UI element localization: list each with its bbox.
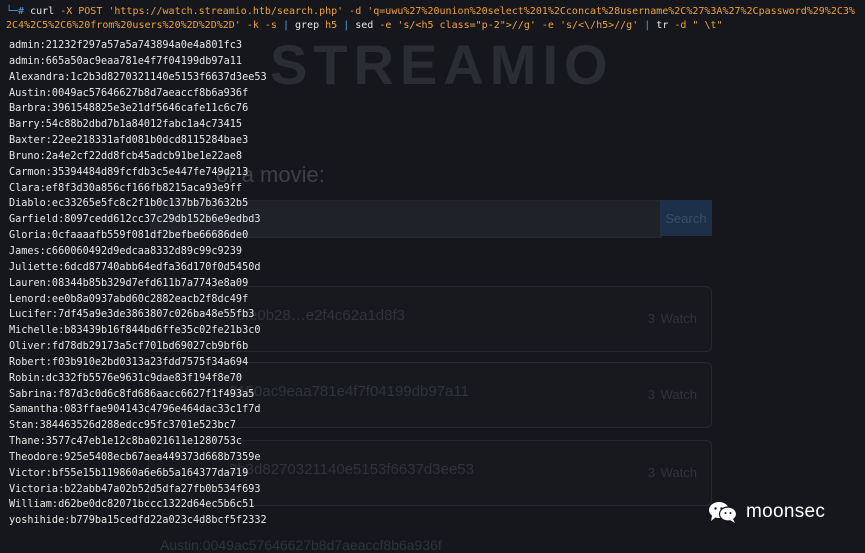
output-line: Lenord:ee0b8a0937abd60c2882eacb2f8dc49f bbox=[9, 293, 249, 305]
command-arg: h5 bbox=[319, 20, 344, 31]
command-word: curl bbox=[24, 6, 55, 17]
output-line: Barbra:3961548825e3e21df5646cafe11c6c76 bbox=[9, 103, 249, 115]
output-line: admin:21232f297a57a5a743894a0e4a801fc3 bbox=[9, 40, 243, 51]
command-text: curl -X POST 'https://watch.streamio.htb… bbox=[6, 6, 855, 31]
output-line: admin:665a50ac9eaa781e4f7f04199db97a11 bbox=[9, 55, 243, 67]
command-arg: -e 's/<h5 class="p-2">//g' -e 's/<\/h5>/… bbox=[373, 20, 645, 31]
output-line: Garfield:8097cedd612cc37c29db152b6e9edbd… bbox=[9, 214, 261, 226]
command-output: admin:21232f297a57a5a743894a0e4a801fc3 ad… bbox=[9, 38, 267, 529]
output-line: Diablo:ec33265e5fc8c2f1b0c137bb7b3632b5 bbox=[9, 198, 249, 210]
output-line: James:c660060492d9edcaa8332d89c99c9239 bbox=[9, 245, 243, 257]
watermark: moonsec bbox=[708, 500, 825, 524]
output-line: Thane:3577c47eb1e12c8ba021611e1280753c bbox=[9, 436, 243, 448]
command-word: sed bbox=[349, 20, 374, 31]
output-line: yoshihide:b779ba15cedfd22a023c4d8bcf5f23… bbox=[9, 515, 267, 527]
output-line: Victoria:b22abb47a02b52d5dfa27fb0b534f69… bbox=[9, 483, 261, 495]
command-arg: -d " \t" bbox=[668, 20, 723, 31]
output-line: Sabrina:f87d3c0d6c8fd686aacc6627f1f493a5 bbox=[9, 388, 255, 400]
command-word: grep bbox=[288, 20, 320, 31]
output-line: Gloria:0cfaaaafb559f081df2befbe66686de0 bbox=[9, 230, 249, 242]
output-line: Robert:f03b910e2bd0313a23fdd7575f34a694 bbox=[9, 356, 249, 368]
output-line: Stan:384463526d288edcc95fc3701e523bc7 bbox=[9, 420, 236, 432]
output-line: Barry:54c88b2dbd7b1a84012fabc1a4c73415 bbox=[9, 119, 243, 131]
output-line: Bruno:2a4e2cf22dd8fcb45adcb91be1e22ae8 bbox=[9, 150, 243, 162]
shell-prompt: └─# bbox=[6, 6, 25, 17]
output-line: Lucifer:7df45a9e3de3863807c026ba48e55fb3 bbox=[9, 309, 255, 321]
output-line: Michelle:b83439b16f844bd6ffe35c02fe21b3c… bbox=[9, 325, 261, 337]
command-word: tr bbox=[650, 20, 669, 31]
output-line: Juliette:6dcd87740abb64edfa36d170f0d5450… bbox=[9, 261, 261, 273]
output-line: Samantha:083ffae904143c4796e464dac33c1f7… bbox=[9, 404, 261, 416]
output-line: Baxter:22ee218331afd081b0dcd8115284bae3 bbox=[9, 135, 249, 147]
output-line: Carmon:35394484d89fcfdb3c5e447fe749d213 bbox=[9, 166, 249, 178]
output-line: Clara:ef8f3d30a856cf166fb8215aca93e9ff bbox=[9, 182, 243, 194]
output-line: Theodore:925e5408ecb67aea449373d668b7359… bbox=[9, 451, 261, 463]
output-line: William:d62be0dc82071bccc1322d64ec5b6c51 bbox=[9, 499, 255, 511]
output-line: Alexandra:1c2b3d8270321140e5153f6637d3ee… bbox=[9, 71, 267, 83]
output-line: Austin:0049ac57646627b8d7aeaccf8b6a936f bbox=[9, 87, 249, 99]
command-line[interactable]: └─# curl -X POST 'https://watch.streamio… bbox=[6, 5, 858, 33]
output-line: Lauren:08344b85b329d7efd611b7a7743e8a09 bbox=[9, 277, 249, 289]
output-line: Oliver:fd78db29173a5cf701bd69027cb9bf6b bbox=[9, 341, 249, 353]
output-line: Victor:bf55e15b119860a6e6b5a164377da719 bbox=[9, 467, 249, 479]
output-line: Robin:dc332fb5576e9631c9dae83f194f8e70 bbox=[9, 372, 243, 384]
wechat-icon bbox=[709, 502, 738, 523]
terminal-window[interactable]: └─# curl -X POST 'https://watch.streamio… bbox=[0, 0, 865, 549]
watermark-text: moonsec bbox=[746, 501, 826, 522]
